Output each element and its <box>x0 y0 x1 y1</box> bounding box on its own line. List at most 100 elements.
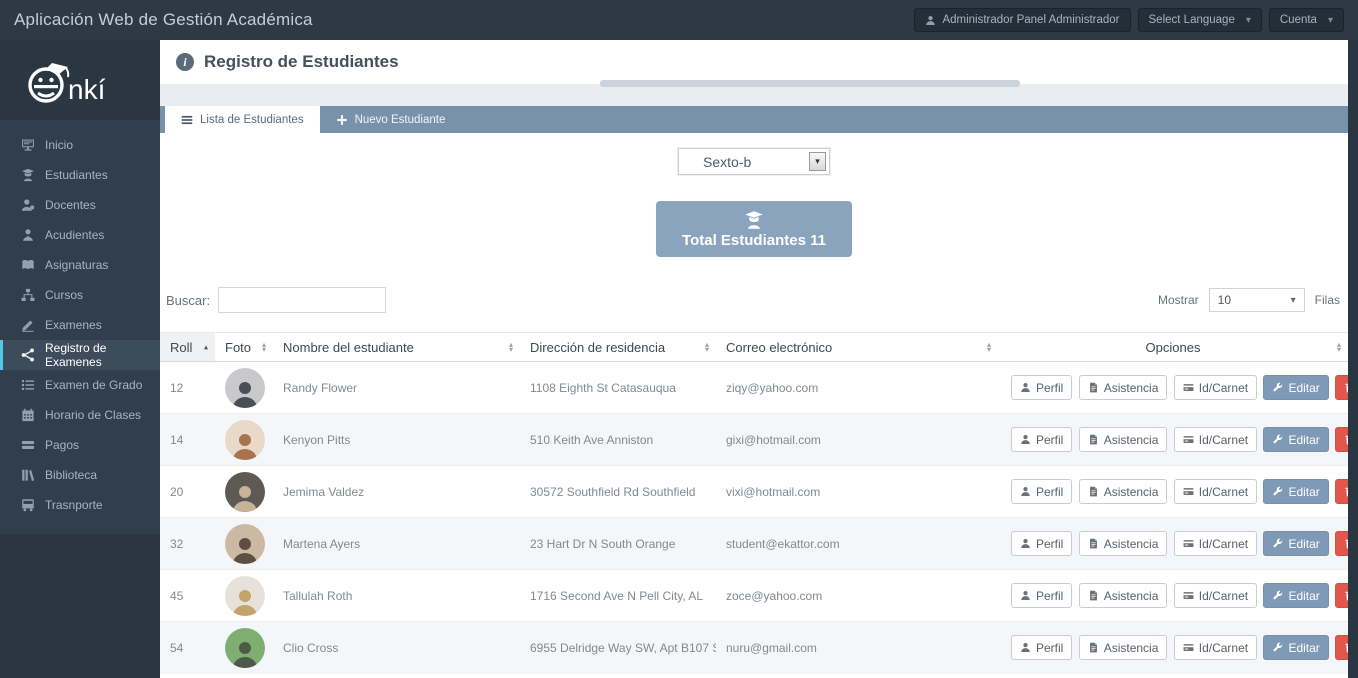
course-select[interactable]: Sexto-b <box>678 148 830 175</box>
roll-cell: 32 <box>160 518 215 570</box>
course-select-value: Sexto-b <box>703 154 751 170</box>
share-nodes-icon <box>21 348 35 362</box>
sidebar-item-docentes[interactable]: Docentes <box>0 190 160 220</box>
sidebar-item-inicio[interactable]: Inicio <box>0 130 160 160</box>
sidebar-item-estudiantes[interactable]: Estudiantes <box>0 160 160 190</box>
sidebar-item-pagos[interactable]: Pagos <box>0 430 160 460</box>
sidebar-item-label: Horario de Clases <box>45 408 141 422</box>
id-carnet-button[interactable]: Id/Carnet <box>1174 427 1257 452</box>
rows-per-page-control: Mostrar 10 Filas <box>1158 288 1340 312</box>
file-icon <box>1088 642 1099 653</box>
sidebar-item-cursos[interactable]: Cursos <box>0 280 160 310</box>
sidebar-item-trasnporte[interactable]: Trasnporte <box>0 490 160 520</box>
sidebar-menu: Inicio Estudiantes Docentes Acudientes A… <box>0 120 160 534</box>
select-language-button[interactable]: Select Language <box>1138 8 1262 32</box>
bus-icon <box>21 498 35 512</box>
name-cell: Tallulah Roth <box>273 570 520 622</box>
student-photo[interactable] <box>225 420 265 460</box>
column-header-nombre[interactable]: Nombre del estudiante▴▾ <box>273 333 520 362</box>
perfil-button[interactable]: Perfil <box>1011 427 1072 452</box>
editar-button[interactable]: Editar <box>1263 531 1328 556</box>
column-header-foto[interactable]: Foto▴▾ <box>215 333 273 362</box>
borrar-button[interactable]: Borrar <box>1335 583 1348 608</box>
asistencia-button[interactable]: Asistencia <box>1079 635 1168 660</box>
column-header-roll[interactable]: Roll▴ <box>160 333 215 362</box>
library-icon <box>21 468 35 482</box>
select-language-label: Select Language <box>1149 14 1235 26</box>
sidebar-item-label: Cursos <box>45 288 83 302</box>
sidebar-item-label: Asignaturas <box>45 258 108 272</box>
tab-lista-de-estudiantes[interactable]: Lista de Estudiantes <box>165 106 320 133</box>
perfil-button[interactable]: Perfil <box>1011 479 1072 504</box>
search-input[interactable] <box>218 287 386 313</box>
wrench-icon <box>1272 434 1283 445</box>
name-cell: Jemima Valdez <box>273 466 520 518</box>
borrar-button[interactable]: Borrar <box>1335 635 1348 660</box>
asistencia-button[interactable]: Asistencia <box>1079 583 1168 608</box>
editar-button[interactable]: Editar <box>1263 583 1328 608</box>
svg-text:nkí: nkí <box>68 74 106 105</box>
student-photo[interactable] <box>225 368 265 408</box>
admin-panel-button[interactable]: Administrador Panel Administrador <box>914 8 1130 32</box>
email-cell: vixi@hotmail.com <box>716 466 998 518</box>
borrar-button[interactable]: Borrar <box>1335 375 1348 400</box>
email-cell: student@ekattor.com <box>716 518 998 570</box>
name-cell: Randy Flower <box>273 362 520 414</box>
column-header-direccion[interactable]: Dirección de residencia▴▾ <box>520 333 716 362</box>
student-photo[interactable] <box>225 628 265 668</box>
id-card-icon <box>1183 590 1194 601</box>
options-cell: Perfil Asistencia Id/Carnet Editar Borra… <box>998 570 1348 622</box>
main-content: i Registro de Estudiantes Lista de Estud… <box>160 40 1348 678</box>
borrar-button[interactable]: Borrar <box>1335 531 1348 556</box>
sidebar-item-biblioteca[interactable]: Biblioteca <box>0 460 160 490</box>
editar-button[interactable]: Editar <box>1263 479 1328 504</box>
rows-per-page-select[interactable]: 10 <box>1209 288 1305 312</box>
sidebar-item-examenes[interactable]: Examenes <box>0 310 160 340</box>
brand-logo[interactable]: nkí <box>0 40 160 120</box>
editar-button[interactable]: Editar <box>1263 427 1328 452</box>
total-students-box[interactable]: Total Estudiantes 11 <box>656 201 852 257</box>
asistencia-button[interactable]: Asistencia <box>1079 427 1168 452</box>
perfil-button[interactable]: Perfil <box>1011 635 1072 660</box>
editar-button[interactable]: Editar <box>1263 635 1328 660</box>
perfil-button[interactable]: Perfil <box>1011 583 1072 608</box>
topbar-actions: Administrador Panel Administrador Select… <box>914 8 1344 32</box>
borrar-button[interactable]: Borrar <box>1335 479 1348 504</box>
asistencia-button[interactable]: Asistencia <box>1079 531 1168 556</box>
page-title: Registro de Estudiantes <box>204 52 399 72</box>
borrar-button[interactable]: Borrar <box>1335 427 1348 452</box>
tab-nuevo-estudiante[interactable]: Nuevo Estudiante <box>320 106 462 133</box>
perfil-button[interactable]: Perfil <box>1011 375 1072 400</box>
sidebar-item-label: Acudientes <box>45 228 104 242</box>
editar-button[interactable]: Editar <box>1263 375 1328 400</box>
student-photo[interactable] <box>225 576 265 616</box>
sidebar-item-acudientes[interactable]: Acudientes <box>0 220 160 250</box>
id-carnet-button[interactable]: Id/Carnet <box>1174 479 1257 504</box>
student-photo[interactable] <box>225 524 265 564</box>
asistencia-button[interactable]: Asistencia <box>1079 479 1168 504</box>
sitemap-icon <box>21 288 35 302</box>
select-arrow-icon[interactable] <box>809 152 826 171</box>
id-carnet-button[interactable]: Id/Carnet <box>1174 635 1257 660</box>
sidebar-item-registro-de-examenes[interactable]: Registro de Examenes <box>0 340 160 370</box>
roll-cell: 54 <box>160 622 215 674</box>
id-card-icon <box>1183 382 1194 393</box>
perfil-button[interactable]: Perfil <box>1011 531 1072 556</box>
asistencia-button[interactable]: Asistencia <box>1079 375 1168 400</box>
id-carnet-button[interactable]: Id/Carnet <box>1174 583 1257 608</box>
id-carnet-button[interactable]: Id/Carnet <box>1174 531 1257 556</box>
sidebar-item-asignaturas[interactable]: Asignaturas <box>0 250 160 280</box>
sidebar-item-examen-de-grado[interactable]: Examen de Grado <box>0 370 160 400</box>
student-photo[interactable] <box>225 472 265 512</box>
photo-cell <box>215 362 273 414</box>
column-header-correo[interactable]: Correo electrónico▴▾ <box>716 333 998 362</box>
sidebar-item-horario-de-clases[interactable]: Horario de Clases <box>0 400 160 430</box>
options-cell: Perfil Asistencia Id/Carnet Editar Borra… <box>998 622 1348 674</box>
email-cell: gixi@hotmail.com <box>716 414 998 466</box>
horizontal-scrollbar[interactable] <box>600 80 1020 87</box>
account-button[interactable]: Cuenta <box>1269 8 1344 32</box>
id-carnet-button[interactable]: Id/Carnet <box>1174 375 1257 400</box>
person-icon <box>21 198 35 212</box>
avatar-silhouette-icon <box>230 534 260 564</box>
column-header-opciones[interactable]: Opciones▴▾ <box>998 333 1348 362</box>
